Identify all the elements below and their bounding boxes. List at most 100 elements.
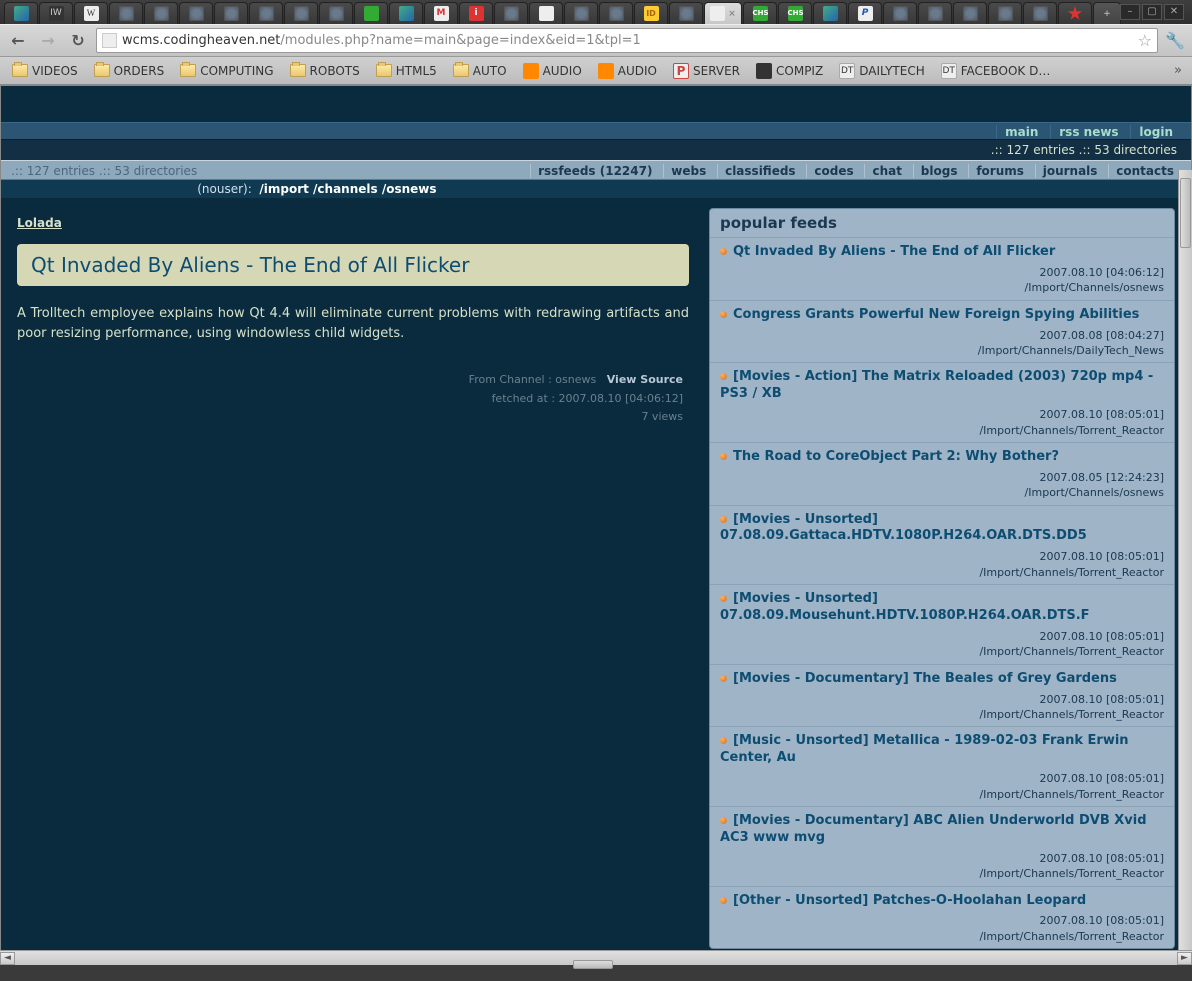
browser-tab[interactable] bbox=[599, 2, 633, 24]
bookmark-star-icon[interactable]: ☆ bbox=[1138, 31, 1152, 50]
forward-button[interactable]: → bbox=[36, 29, 60, 53]
horizontal-scrollbar[interactable]: ◄ ► bbox=[0, 950, 1192, 965]
browser-tab[interactable] bbox=[144, 2, 178, 24]
scroll-right-button[interactable]: ► bbox=[1177, 952, 1192, 965]
close-button[interactable]: ✕ bbox=[1164, 4, 1184, 20]
browser-tab[interactable] bbox=[284, 2, 318, 24]
bookmark-item[interactable]: PSERVER bbox=[667, 61, 746, 81]
browser-tab[interactable] bbox=[179, 2, 213, 24]
browser-tab[interactable] bbox=[564, 2, 598, 24]
feed-title[interactable]: [Movies - Unsorted] 07.08.09.Mousehunt.H… bbox=[720, 591, 1164, 625]
new-tab-button[interactable]: + bbox=[1093, 2, 1121, 24]
bookmark-item[interactable]: DTDAILYTECH bbox=[833, 61, 931, 81]
feed-title[interactable]: [Other - Unsorted] Patches-O-Hoolahan Le… bbox=[720, 893, 1164, 910]
browser-tab[interactable]: IW bbox=[39, 2, 73, 24]
feed-item[interactable]: [Movies - Unsorted] 07.08.09.Mousehunt.H… bbox=[710, 585, 1174, 665]
bookmark-item[interactable]: COMPUTING bbox=[174, 62, 279, 80]
bookmark-item[interactable]: DTFACEBOOK D… bbox=[935, 61, 1057, 81]
back-button[interactable]: ← bbox=[6, 29, 30, 53]
subnav-rssfeeds[interactable]: rssfeeds (12247) bbox=[530, 164, 659, 178]
bookmark-item[interactable]: ROBOTS bbox=[284, 62, 366, 80]
feed-title[interactable]: [Movies - Documentary] ABC Alien Underwo… bbox=[720, 813, 1164, 847]
browser-tab[interactable]: i bbox=[459, 2, 493, 24]
browser-tab[interactable] bbox=[883, 2, 917, 24]
minimize-button[interactable]: – bbox=[1120, 4, 1140, 20]
browser-tab[interactable] bbox=[214, 2, 248, 24]
browser-tab[interactable]: CHS bbox=[743, 2, 777, 24]
address-bar[interactable]: wcms.codingheaven.net/modules.php?name=m… bbox=[96, 28, 1158, 53]
feed-item[interactable]: [Other - Unsorted] Patches-O-Hoolahan Le… bbox=[710, 887, 1174, 949]
feed-title[interactable]: The Road to CoreObject Part 2: Why Bothe… bbox=[720, 449, 1164, 466]
bookmark-item[interactable]: HTML5 bbox=[370, 62, 443, 80]
feed-title[interactable]: Qt Invaded By Aliens - The End of All Fl… bbox=[720, 244, 1164, 261]
browser-tab[interactable]: P bbox=[848, 2, 882, 24]
subnav-contacts[interactable]: contacts bbox=[1108, 164, 1181, 178]
scroll-thumb[interactable] bbox=[1180, 178, 1191, 248]
browser-tab[interactable] bbox=[813, 2, 847, 24]
feed-title[interactable]: Congress Grants Powerful New Foreign Spy… bbox=[720, 307, 1164, 324]
feed-title[interactable]: [Movies - Action] The Matrix Reloaded (2… bbox=[720, 369, 1164, 403]
browser-tab[interactable] bbox=[1058, 2, 1092, 24]
wrench-menu-icon[interactable]: 🔧 bbox=[1164, 31, 1186, 50]
subnav-blogs[interactable]: blogs bbox=[913, 164, 965, 178]
view-source-link[interactable]: View Source bbox=[607, 373, 683, 386]
feed-title[interactable]: [Movies - Unsorted] 07.08.09.Gattaca.HDT… bbox=[720, 512, 1164, 546]
subnav-forums[interactable]: forums bbox=[968, 164, 1031, 178]
bookmark-item[interactable]: AUTO bbox=[447, 62, 513, 80]
reload-button[interactable]: ↻ bbox=[66, 29, 90, 53]
nav-login[interactable]: login bbox=[1130, 125, 1181, 139]
browser-tab[interactable]: M bbox=[424, 2, 458, 24]
scroll-thumb[interactable] bbox=[573, 960, 613, 969]
bookmark-item[interactable]: VIDEOS bbox=[6, 62, 84, 80]
maximize-button[interactable]: ▢ bbox=[1142, 4, 1162, 20]
browser-tab[interactable] bbox=[953, 2, 987, 24]
feed-item[interactable]: [Movies - Documentary] The Beales of Gre… bbox=[710, 665, 1174, 728]
subnav-webs[interactable]: webs bbox=[663, 164, 713, 178]
browser-tab[interactable] bbox=[389, 2, 423, 24]
subnav-classifieds[interactable]: classifieds bbox=[717, 164, 803, 178]
nav-main[interactable]: main bbox=[996, 125, 1046, 139]
feed-item[interactable]: The Road to CoreObject Part 2: Why Bothe… bbox=[710, 443, 1174, 506]
browser-tab-active[interactable]: × bbox=[704, 2, 742, 24]
bookmark-item[interactable]: ORDERS bbox=[88, 62, 171, 80]
popular-feeds-panel: popular feeds Qt Invaded By Aliens - The… bbox=[709, 208, 1175, 949]
bullet-icon bbox=[720, 737, 727, 744]
feed-item[interactable]: [Music - Unsorted] Metallica - 1989-02-0… bbox=[710, 727, 1174, 807]
subnav-chat[interactable]: chat bbox=[864, 164, 909, 178]
bookmarks-overflow-icon[interactable]: » bbox=[1174, 63, 1186, 78]
browser-tab[interactable] bbox=[669, 2, 703, 24]
bookmark-item[interactable]: COMPIZ bbox=[750, 61, 829, 81]
browser-tab[interactable]: CHS bbox=[778, 2, 812, 24]
feed-title[interactable]: [Movies - Documentary] The Beales of Gre… bbox=[720, 671, 1164, 688]
feed-item[interactable]: [Movies - Documentary] ABC Alien Underwo… bbox=[710, 807, 1174, 887]
feed-title[interactable]: [Music - Unsorted] Metallica - 1989-02-0… bbox=[720, 733, 1164, 767]
url-path: /modules.php?name=main&page=index&eid=1&… bbox=[280, 33, 640, 48]
browser-tab[interactable] bbox=[494, 2, 528, 24]
browser-tab[interactable] bbox=[4, 2, 38, 24]
browser-tab[interactable] bbox=[988, 2, 1022, 24]
subnav-journals[interactable]: journals bbox=[1035, 164, 1105, 178]
browser-tab[interactable]: ID bbox=[634, 2, 668, 24]
lolada-link[interactable]: Lolada bbox=[17, 216, 62, 230]
vertical-scrollbar[interactable] bbox=[1178, 170, 1192, 950]
bookmark-item[interactable]: AUDIO bbox=[592, 61, 663, 81]
browser-tab[interactable] bbox=[109, 2, 143, 24]
feed-meta: 2007.08.10 [08:05:01]/Import/Channels/To… bbox=[720, 629, 1164, 660]
subnav-codes[interactable]: codes bbox=[806, 164, 860, 178]
browser-tab[interactable] bbox=[918, 2, 952, 24]
browser-tab[interactable] bbox=[529, 2, 563, 24]
feed-item[interactable]: [Movies - Action] The Matrix Reloaded (2… bbox=[710, 363, 1174, 443]
browser-tab[interactable] bbox=[1023, 2, 1057, 24]
close-tab-icon[interactable]: × bbox=[728, 9, 736, 19]
nav-rssnews[interactable]: rss news bbox=[1050, 125, 1126, 139]
browser-tab[interactable] bbox=[354, 2, 388, 24]
browser-tab[interactable] bbox=[249, 2, 283, 24]
browser-tab[interactable] bbox=[319, 2, 353, 24]
feed-item[interactable]: Qt Invaded By Aliens - The End of All Fl… bbox=[710, 238, 1174, 301]
bullet-icon bbox=[720, 248, 727, 255]
browser-tab[interactable]: W bbox=[74, 2, 108, 24]
scroll-left-button[interactable]: ◄ bbox=[0, 952, 15, 965]
feed-item[interactable]: [Movies - Unsorted] 07.08.09.Gattaca.HDT… bbox=[710, 506, 1174, 586]
feed-item[interactable]: Congress Grants Powerful New Foreign Spy… bbox=[710, 301, 1174, 364]
bookmark-item[interactable]: AUDIO bbox=[517, 61, 588, 81]
